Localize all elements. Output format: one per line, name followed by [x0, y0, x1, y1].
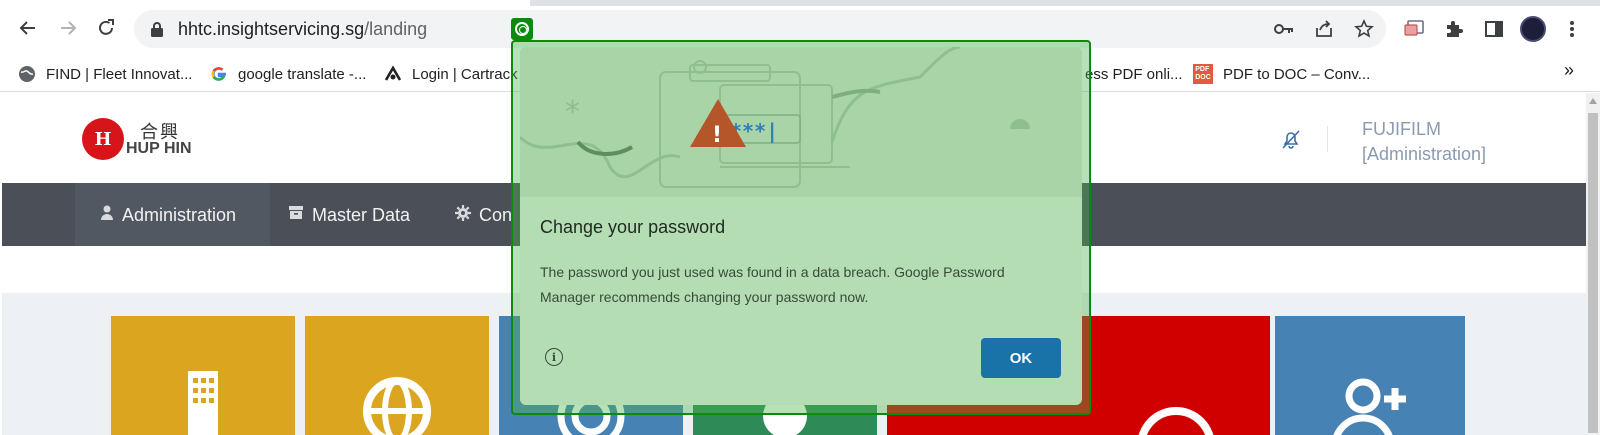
lock-icon[interactable] — [150, 21, 164, 37]
dialog-illustration: * ***| ! — [520, 47, 1082, 197]
info-icon[interactable]: i — [545, 348, 563, 366]
pdf-doc-icon: PDF DOC — [1193, 64, 1213, 84]
bookmark-label: ess PDF onli... — [1085, 65, 1183, 83]
star-icon[interactable] — [1352, 17, 1376, 41]
tile-globe[interactable] — [305, 316, 489, 435]
header-divider — [1327, 126, 1328, 152]
nav-item-config[interactable]: Con — [455, 203, 512, 227]
nav-label: Master Data — [312, 204, 411, 225]
svg-text:*: * — [565, 95, 580, 130]
scroll-up-arrow-icon[interactable] — [1589, 98, 1597, 104]
forward-arrow-icon[interactable] — [54, 14, 82, 42]
scrollbar-thumb[interactable] — [1588, 113, 1598, 433]
bookmark-label: PDF to DOC – Conv... — [1223, 65, 1371, 83]
share-icon[interactable] — [1312, 17, 1336, 41]
bookmark-pdf-to-doc[interactable]: PDF DOC PDF to DOC – Conv... — [1193, 64, 1370, 84]
bookmark-label: Login | Cartrack — [412, 65, 518, 83]
bookmark-find[interactable]: FIND | Fleet Innovat... — [18, 64, 192, 84]
cast-icon[interactable] — [1402, 17, 1426, 41]
tile-building[interactable] — [111, 316, 295, 435]
bookmark-google-translate[interactable]: google translate -... — [210, 64, 366, 84]
bookmark-cartrack[interactable]: Login | Cartrack — [384, 64, 518, 84]
bookmark-label: FIND | Fleet Innovat... — [46, 65, 193, 83]
building-icon — [188, 371, 218, 435]
url-text[interactable]: hhtc.insightservicing.sg/landing — [178, 19, 427, 40]
key-icon[interactable] — [1272, 17, 1296, 41]
target-marker-icon — [511, 18, 533, 40]
dialog-message: The password you just used was found in … — [540, 264, 1005, 305]
change-password-dialog: * ***| ! Change your password The passwo… — [520, 47, 1082, 405]
bookmark-label: google translate -... — [238, 65, 367, 83]
dialog-title: Change your password — [540, 217, 726, 237]
more-vert-icon[interactable] — [1560, 17, 1584, 41]
browser-window: hhtc.insightservicing.sg/landing FIND | … — [0, 0, 1600, 435]
url-host: hhtc.insightservicing.sg — [178, 19, 365, 39]
user-company: FUJIFILM — [1362, 119, 1441, 139]
user-role: [Administration] — [1362, 144, 1487, 164]
logo-mark: H — [82, 118, 124, 160]
bookmarks-overflow-button[interactable]: » — [1564, 60, 1574, 81]
user-icon — [100, 205, 114, 226]
globe-icon — [363, 377, 431, 435]
ok-button[interactable]: OK — [981, 338, 1061, 378]
bookmark-compress-pdf[interactable]: ess PDF onli... — [1085, 64, 1183, 84]
nav-label: Con — [479, 204, 513, 225]
user-plus-icon — [1333, 378, 1406, 435]
extensions-icon[interactable] — [1442, 17, 1466, 41]
reload-icon[interactable] — [92, 14, 120, 42]
gear-icon — [455, 204, 471, 226]
hero-warning-glyph: ! — [712, 123, 722, 148]
user-icon — [1138, 407, 1213, 435]
page-scrollbar[interactable] — [1586, 93, 1600, 435]
nav-item-administration[interactable]: Administration — [100, 203, 236, 227]
user-menu[interactable]: FUJIFILM [Administration] — [1362, 117, 1486, 167]
site-logo[interactable]: H 合興 HUP HIN — [82, 118, 202, 160]
tile-add-user[interactable] — [1275, 316, 1465, 435]
google-icon — [210, 65, 228, 83]
cartrack-icon — [384, 65, 402, 83]
avatar[interactable] — [1520, 16, 1546, 42]
tile-user-2[interactable] — [1081, 316, 1270, 435]
logo-english-text: HUP HIN — [126, 140, 192, 157]
back-arrow-icon[interactable] — [14, 14, 42, 42]
archive-icon — [288, 205, 304, 225]
nav-label: Administration — [122, 204, 237, 225]
bell-off-icon[interactable] — [1280, 128, 1302, 150]
tab-strip — [0, 0, 1600, 6]
side-panel-icon[interactable] — [1482, 17, 1506, 41]
url-path: /landing — [364, 19, 428, 39]
globe-icon — [18, 65, 36, 83]
nav-item-master-data[interactable]: Master Data — [288, 203, 410, 227]
